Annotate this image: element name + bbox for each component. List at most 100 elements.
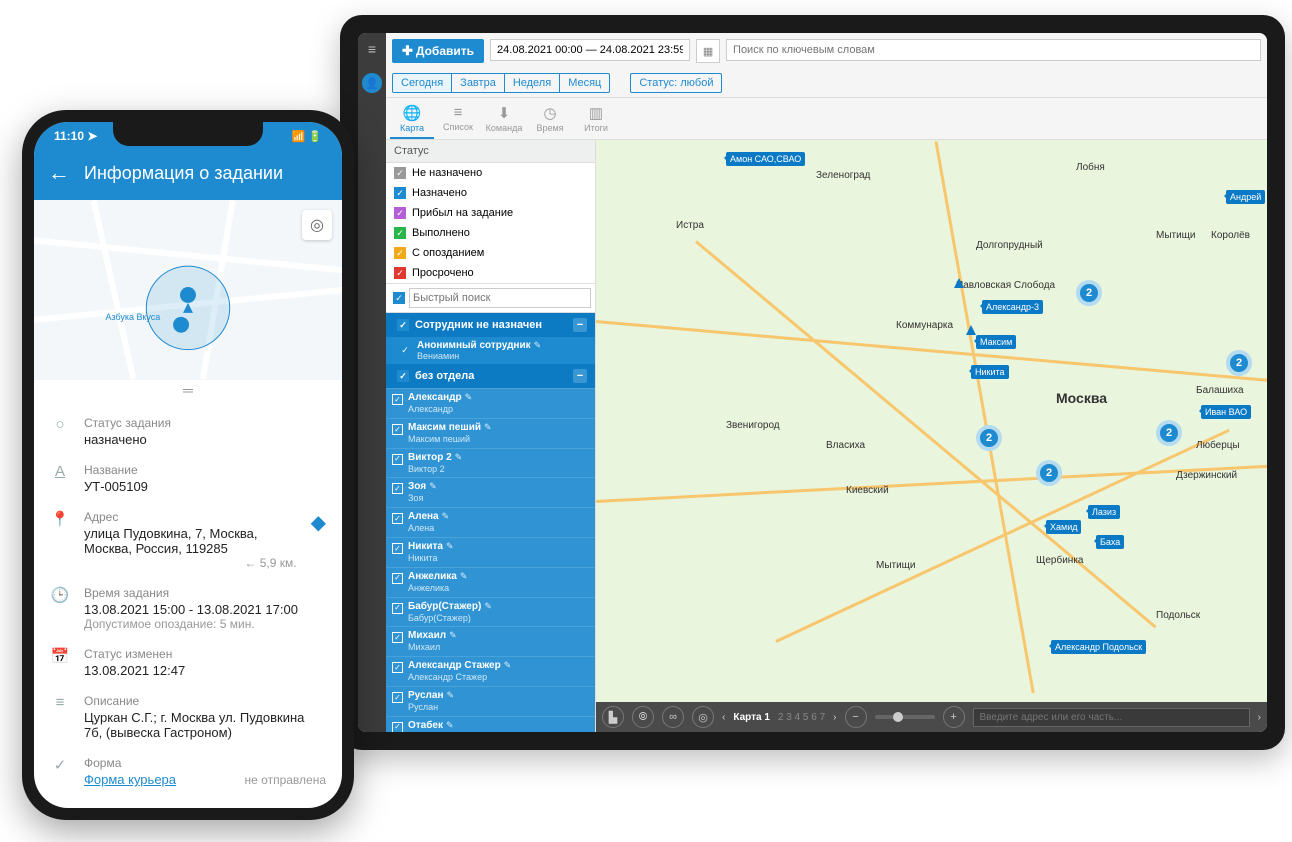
edit-icon[interactable]: ✎ bbox=[484, 601, 492, 611]
worker-badge[interactable]: Александр Подольск bbox=[1051, 640, 1146, 654]
employee-row[interactable]: ✓Руслан✎Руслан bbox=[386, 686, 595, 716]
employee-row[interactable]: ✓Алена✎Алена bbox=[386, 507, 595, 537]
checkbox-icon[interactable]: ✓ bbox=[392, 424, 403, 435]
edit-icon[interactable]: ✎ bbox=[455, 452, 463, 462]
user-avatar-icon[interactable]: 👤 bbox=[362, 73, 382, 93]
status-filter-row[interactable]: ✓Прибыл на задание bbox=[386, 203, 595, 223]
employee-row[interactable]: ✓Бабур(Стажер)✎Бабур(Стажер) bbox=[386, 597, 595, 627]
menu-icon[interactable]: ≡ bbox=[362, 39, 382, 59]
checkbox-icon[interactable]: ✓ bbox=[392, 722, 403, 732]
employee-row[interactable]: ✓Анжелика✎Анжелика bbox=[386, 567, 595, 597]
checkbox-icon[interactable]: ✓ bbox=[392, 632, 403, 643]
checkbox-icon[interactable]: ✓ bbox=[394, 267, 406, 279]
checkbox-icon[interactable]: ✓ bbox=[392, 603, 403, 614]
worker-badge[interactable]: Максим bbox=[976, 335, 1016, 349]
map-cluster[interactable]: 2 bbox=[1226, 350, 1252, 376]
period-month[interactable]: Месяц bbox=[560, 74, 609, 92]
date-range-input[interactable] bbox=[490, 39, 690, 61]
employee-row[interactable]: ✓Отабек✎Отабек bbox=[386, 716, 595, 732]
edit-icon[interactable]: ✎ bbox=[484, 422, 492, 432]
checkbox-icon[interactable]: ✓ bbox=[392, 692, 403, 703]
period-today[interactable]: Сегодня bbox=[393, 74, 452, 92]
drag-handle-icon[interactable]: ═ bbox=[34, 380, 342, 400]
worker-badge[interactable]: Баха bbox=[1096, 535, 1124, 549]
add-button[interactable]: Добавить bbox=[392, 39, 484, 63]
share-icon[interactable]: ∞ bbox=[662, 706, 684, 728]
go-icon[interactable]: › bbox=[1258, 712, 1261, 723]
checkbox-icon[interactable]: ✓ bbox=[392, 513, 403, 524]
chevron-right-icon[interactable]: › bbox=[833, 712, 836, 723]
page-numbers[interactable]: 2 3 4 5 6 7 bbox=[778, 712, 825, 723]
locate-icon[interactable]: ◎ bbox=[692, 706, 714, 728]
checkbox-icon[interactable]: ✓ bbox=[392, 483, 403, 494]
worker-badge[interactable]: Лазиз bbox=[1088, 505, 1120, 519]
chevron-left-icon[interactable]: ‹ bbox=[722, 712, 725, 723]
edit-icon[interactable]: ✎ bbox=[442, 511, 450, 521]
zoom-out-icon[interactable]: − bbox=[845, 706, 867, 728]
checkbox-icon[interactable]: ✓ bbox=[394, 207, 406, 219]
quick-search-input[interactable] bbox=[409, 288, 591, 308]
checkbox-icon[interactable]: ✓ bbox=[394, 167, 406, 179]
edit-icon[interactable]: ✎ bbox=[460, 571, 468, 581]
tab-team[interactable]: ⬇Команда bbox=[482, 102, 526, 139]
group-no-dept[interactable]: ✓ без отдела − bbox=[386, 364, 595, 388]
edit-icon[interactable]: ✎ bbox=[447, 690, 455, 700]
period-tomorrow[interactable]: Завтра bbox=[452, 74, 505, 92]
checkbox-icon[interactable]: ✓ bbox=[394, 187, 406, 199]
employee-row[interactable]: ✓Михаил✎Михаил bbox=[386, 626, 595, 656]
select-all-checkbox[interactable]: ✓ bbox=[393, 292, 405, 304]
employee-row[interactable]: ✓Зоя✎Зоя bbox=[386, 477, 595, 507]
group-checkbox[interactable]: ✓ bbox=[399, 345, 411, 357]
group-checkbox[interactable]: ✓ bbox=[397, 370, 409, 382]
traffic-icon[interactable]: ⦾ bbox=[632, 706, 654, 728]
search-input[interactable] bbox=[726, 39, 1261, 61]
worker-badge[interactable]: Никита bbox=[971, 365, 1009, 379]
phone-map[interactable]: Азбука Вкуса ◎ bbox=[34, 200, 342, 380]
employee-row[interactable]: ✓Никита✎Никита bbox=[386, 537, 595, 567]
checkbox-icon[interactable]: ✓ bbox=[392, 662, 403, 673]
map-canvas[interactable]: Москва Зеленоград Истра Коммунарка Звени… bbox=[596, 140, 1267, 732]
status-filter-row[interactable]: ✓Назначено bbox=[386, 183, 595, 203]
address-input[interactable] bbox=[973, 708, 1250, 727]
employee-row[interactable]: ✓Максим пеший✎Максим пеший bbox=[386, 418, 595, 448]
worker-badge[interactable]: Александр-3 bbox=[982, 300, 1043, 314]
form-link[interactable]: Форма курьера bbox=[84, 772, 176, 787]
tab-list[interactable]: ≡Список bbox=[436, 102, 480, 139]
status-filter-chip[interactable]: Статус: любой bbox=[630, 73, 722, 93]
employee-row[interactable]: ✓Александр✎Александр bbox=[386, 388, 595, 418]
checkbox-icon[interactable]: ✓ bbox=[392, 573, 403, 584]
edit-icon[interactable]: ✎ bbox=[534, 340, 542, 350]
collapse-icon[interactable]: − bbox=[573, 369, 587, 383]
map-cluster[interactable]: 2 bbox=[1156, 420, 1182, 446]
tab-time[interactable]: ◷Время bbox=[528, 102, 572, 139]
locate-button[interactable]: ◎ bbox=[302, 210, 332, 240]
edit-icon[interactable]: ✎ bbox=[446, 541, 454, 551]
group-checkbox[interactable]: ✓ bbox=[397, 319, 409, 331]
tab-map[interactable]: 🌐Карта bbox=[390, 102, 434, 139]
edit-icon[interactable]: ✎ bbox=[449, 630, 457, 640]
calendar-icon[interactable]: ▦ bbox=[696, 39, 720, 63]
ruler-icon[interactable]: ▙ bbox=[602, 706, 624, 728]
employee-row[interactable]: ✓Виктор 2✎Виктор 2 bbox=[386, 448, 595, 478]
worker-badge[interactable]: Амон САО,СВАО bbox=[726, 152, 805, 166]
status-filter-row[interactable]: ✓Выполнено bbox=[386, 223, 595, 243]
status-filter-row[interactable]: ✓Не назначено bbox=[386, 163, 595, 183]
edit-icon[interactable]: ✎ bbox=[429, 481, 437, 491]
status-filter-row[interactable]: ✓С опозданием bbox=[386, 243, 595, 263]
collapse-icon[interactable]: − bbox=[573, 318, 587, 332]
worker-badge[interactable]: Андрей bbox=[1226, 190, 1265, 204]
checkbox-icon[interactable]: ✓ bbox=[392, 543, 403, 554]
edit-icon[interactable]: ✎ bbox=[504, 660, 512, 670]
map-cluster[interactable]: 2 bbox=[1076, 280, 1102, 306]
checkbox-icon[interactable]: ✓ bbox=[392, 454, 403, 465]
checkbox-icon[interactable]: ✓ bbox=[392, 394, 403, 405]
employee-row[interactable]: ✓Александр Стажер✎Александр Стажер bbox=[386, 656, 595, 686]
status-filter-row[interactable]: ✓Просрочено bbox=[386, 263, 595, 283]
map-cluster[interactable]: 2 bbox=[976, 425, 1002, 451]
worker-badge[interactable]: Иван ВАО bbox=[1201, 405, 1251, 419]
checkbox-icon[interactable]: ✓ bbox=[394, 227, 406, 239]
group-anon[interactable]: ✓ Анонимный сотрудник✎Вениамин bbox=[386, 337, 595, 364]
checkbox-icon[interactable]: ✓ bbox=[394, 247, 406, 259]
edit-icon[interactable]: ✎ bbox=[446, 720, 454, 730]
group-unassigned[interactable]: ✓ Сотрудник не назначен − bbox=[386, 313, 595, 337]
